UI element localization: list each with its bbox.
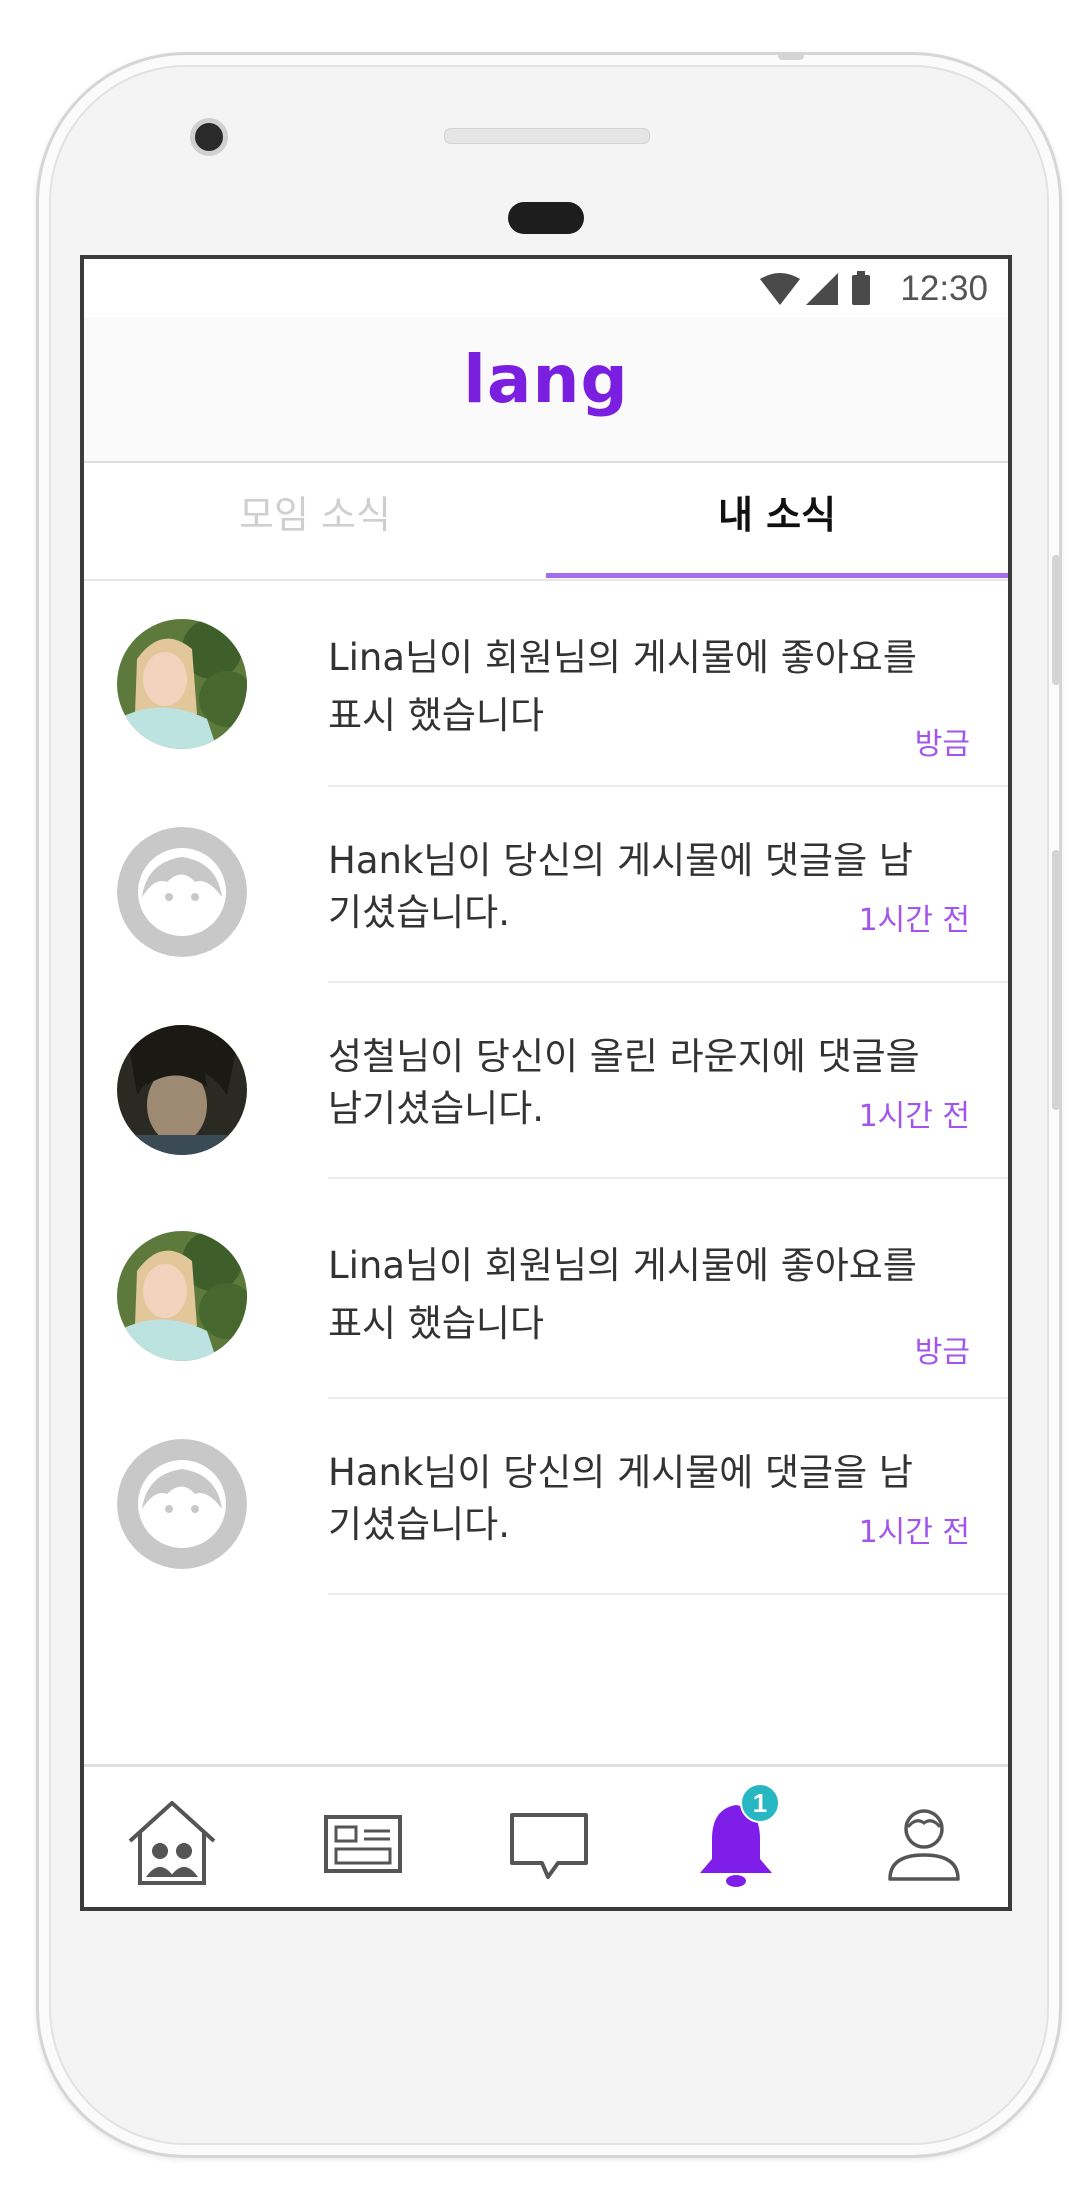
board-icon bbox=[324, 1815, 402, 1873]
notification-text: Lina님이 회원님의 게시물에 좋아요를 표시 했습니다 bbox=[328, 1237, 968, 1353]
front-camera bbox=[190, 118, 228, 156]
app-logo: lang bbox=[463, 341, 629, 418]
chat-icon bbox=[510, 1813, 588, 1879]
notification-item[interactable]: 성철님이 당신이 올린 라운지에 댓글을 남기셨습니다. 1시간 전 bbox=[84, 983, 1008, 1179]
nav-board[interactable] bbox=[316, 1795, 412, 1891]
battery-icon bbox=[852, 275, 870, 305]
volume-button bbox=[1052, 555, 1060, 685]
notification-line: Hank님이 당신의 게시물에 댓글을 남 bbox=[328, 839, 913, 882]
nav-profile[interactable] bbox=[876, 1795, 972, 1891]
notification-badge: 1 bbox=[740, 1783, 780, 1823]
nav-chat[interactable] bbox=[502, 1795, 598, 1891]
notification-time: 1시간 전 bbox=[858, 1515, 970, 1550]
nav-notifications[interactable]: 1 bbox=[688, 1783, 784, 1891]
status-icons bbox=[760, 271, 870, 305]
notification-line: Hank님이 당신의 게시물에 댓글을 남 bbox=[328, 1451, 913, 1494]
avatar-photo-seongcheol bbox=[117, 1025, 247, 1155]
tab-group-news[interactable]: 모임 소식 bbox=[84, 463, 546, 579]
app-header: lang bbox=[84, 317, 1008, 463]
profile-icon bbox=[888, 1809, 960, 1881]
default-avatar-icon bbox=[117, 1439, 247, 1569]
signal-icon bbox=[806, 273, 838, 305]
notification-line: 표시 했습니다 bbox=[328, 694, 545, 737]
status-bar: 12:30 bbox=[84, 259, 1008, 317]
avatar-photo-lina bbox=[117, 619, 247, 749]
default-avatar-icon bbox=[117, 827, 247, 957]
notification-item[interactable]: Hank님이 당신의 게시물에 댓글을 남 기셨습니다. 1시간 전 bbox=[84, 787, 1008, 983]
notification-list: Lina님이 회원님의 게시물에 좋아요를 표시 했습니다 방금 Hank님이 … bbox=[84, 581, 1008, 1595]
notification-time: 방금 bbox=[914, 1335, 970, 1370]
earpiece-speaker bbox=[444, 128, 650, 144]
bottom-navigation: 1 bbox=[84, 1764, 1008, 1907]
notification-item[interactable]: Hank님이 당신의 게시물에 댓글을 남 기셨습니다. 1시간 전 bbox=[84, 1399, 1008, 1595]
notification-item[interactable]: Lina님이 회원님의 게시물에 좋아요를 표시 했습니다 방금 bbox=[84, 581, 1008, 787]
status-time: 12:30 bbox=[900, 269, 988, 308]
tab-bar: 모임 소식 내 소식 bbox=[84, 463, 1008, 581]
proximity-sensor bbox=[508, 202, 584, 234]
notification-time: 1시간 전 bbox=[858, 1099, 970, 1134]
notification-line: 성철님이 당신이 올린 라운지에 댓글을 bbox=[328, 1035, 920, 1078]
screen: 12:30 lang 모임 소식 내 소식 Lina님이 회원님의 게시물에 좋… bbox=[80, 255, 1012, 1911]
top-button bbox=[778, 52, 804, 60]
avatar-photo-lina bbox=[117, 1231, 247, 1361]
notification-item[interactable]: Lina님이 회원님의 게시물에 좋아요를 표시 했습니다 방금 bbox=[84, 1179, 1008, 1399]
divider bbox=[328, 1593, 1008, 1595]
tab-my-news[interactable]: 내 소식 bbox=[546, 463, 1008, 579]
notification-line: Lina님이 회원님의 게시물에 좋아요를 bbox=[328, 636, 917, 679]
notification-text: Lina님이 회원님의 게시물에 좋아요를 표시 했습니다 bbox=[328, 629, 968, 745]
nav-home[interactable] bbox=[124, 1795, 220, 1891]
notification-time: 1시간 전 bbox=[858, 903, 970, 938]
power-button bbox=[1052, 850, 1060, 1110]
notification-time: 방금 bbox=[914, 727, 970, 762]
home-group-icon bbox=[128, 1801, 216, 1885]
notification-line: 표시 했습니다 bbox=[328, 1302, 545, 1345]
notification-line: Lina님이 회원님의 게시물에 좋아요를 bbox=[328, 1244, 917, 1287]
wifi-icon bbox=[760, 273, 800, 305]
active-tab-indicator bbox=[546, 573, 1008, 578]
